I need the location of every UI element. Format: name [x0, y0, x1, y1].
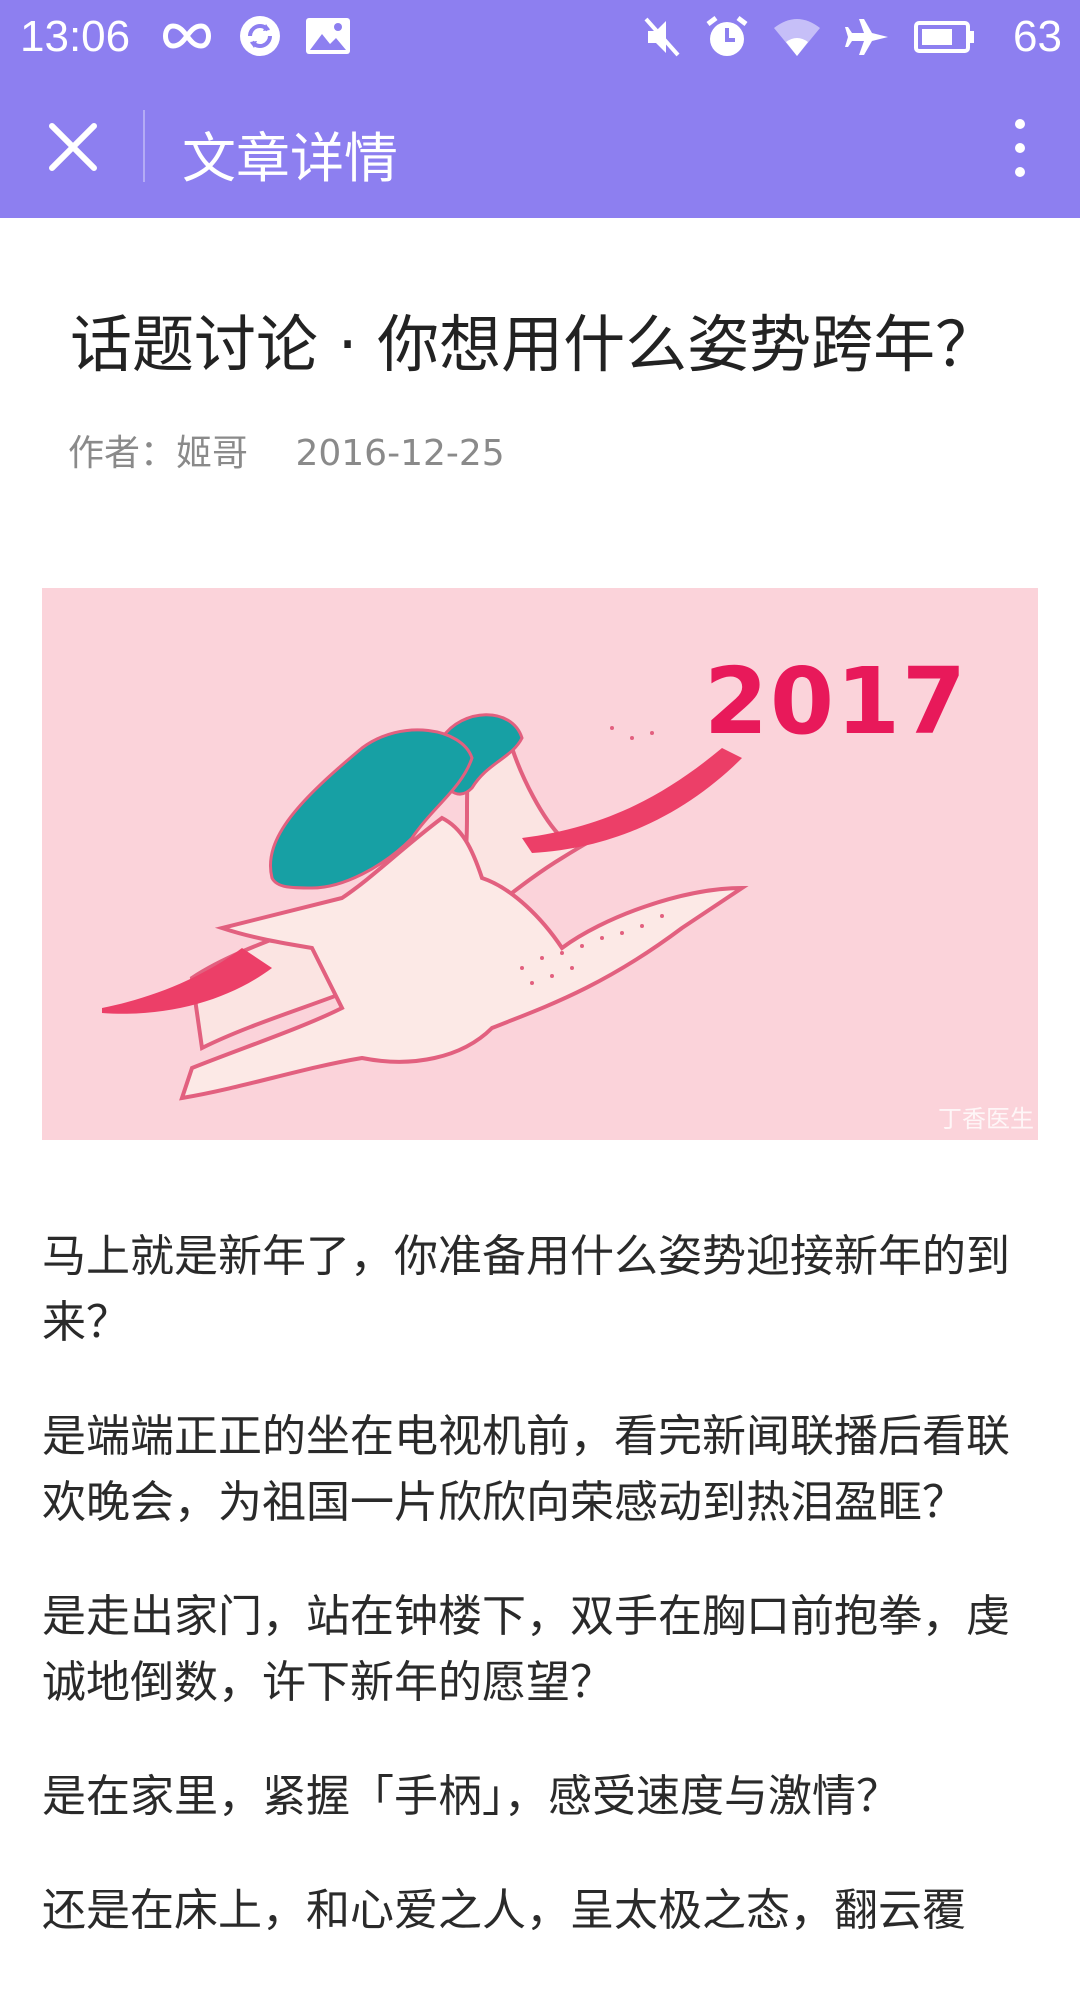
alarm-icon — [704, 14, 750, 60]
infinity-icon — [158, 18, 216, 54]
hero-watermark: 丁香医生 — [938, 1105, 1034, 1133]
article-paragraph: 是走出家门，站在钟楼下，双手在胸口前抱拳，虔诚地倒数，许下新年的愿望？ — [42, 1591, 1010, 1708]
app-bar: 文章详情 — [0, 78, 1080, 218]
hero-image: 2017 丁香医生 — [42, 588, 1038, 1140]
article-paragraph: 马上就是新年了，你准备用什么姿势迎接新年的到来？ — [42, 1231, 1010, 1348]
mute-icon — [642, 15, 682, 59]
sync-badge-icon — [238, 14, 282, 58]
article-paragraph: 是在家里，紧握「手柄」，感受速度与激情？ — [42, 1771, 900, 1822]
status-right-icons — [642, 14, 976, 60]
article-date: 2016-12-25 — [295, 433, 505, 474]
article-paragraph: 是端端正正的坐在电视机前，看完新闻联播后看联欢晚会，为祖国一片欣欣向荣感动到热泪… — [42, 1411, 1010, 1528]
article-paragraph: 还是在床上，和心爱之人，呈太极之态，翻云覆 — [42, 1885, 966, 1936]
more-options-button[interactable] — [1000, 116, 1040, 180]
wifi-icon — [772, 16, 822, 58]
article-meta: 作者：姬哥 2016-12-25 — [68, 424, 541, 476]
status-bar: 13:06 63 — [0, 0, 1080, 78]
page-title: 文章详情 — [182, 127, 398, 190]
close-icon — [49, 123, 97, 171]
image-icon — [304, 16, 352, 56]
article-title: 话题讨论 · 你想用什么姿势跨年？ — [70, 308, 998, 381]
status-time: 13:06 — [20, 12, 131, 61]
status-left-icons — [158, 14, 352, 58]
more-vertical-icon — [1015, 119, 1025, 177]
battery-percent: 63 — [1013, 12, 1062, 61]
battery-icon — [914, 20, 976, 54]
close-button[interactable] — [44, 118, 102, 176]
appbar-divider — [143, 110, 145, 182]
hero-year-text: 2017 — [703, 648, 968, 755]
airplane-icon — [844, 15, 892, 59]
article-body: 马上就是新年了，你准备用什么姿势迎接新年的到来？ 是端端正正的坐在电视机前，看完… — [42, 1224, 1042, 1992]
article-author: 作者：姬哥 — [68, 433, 249, 474]
